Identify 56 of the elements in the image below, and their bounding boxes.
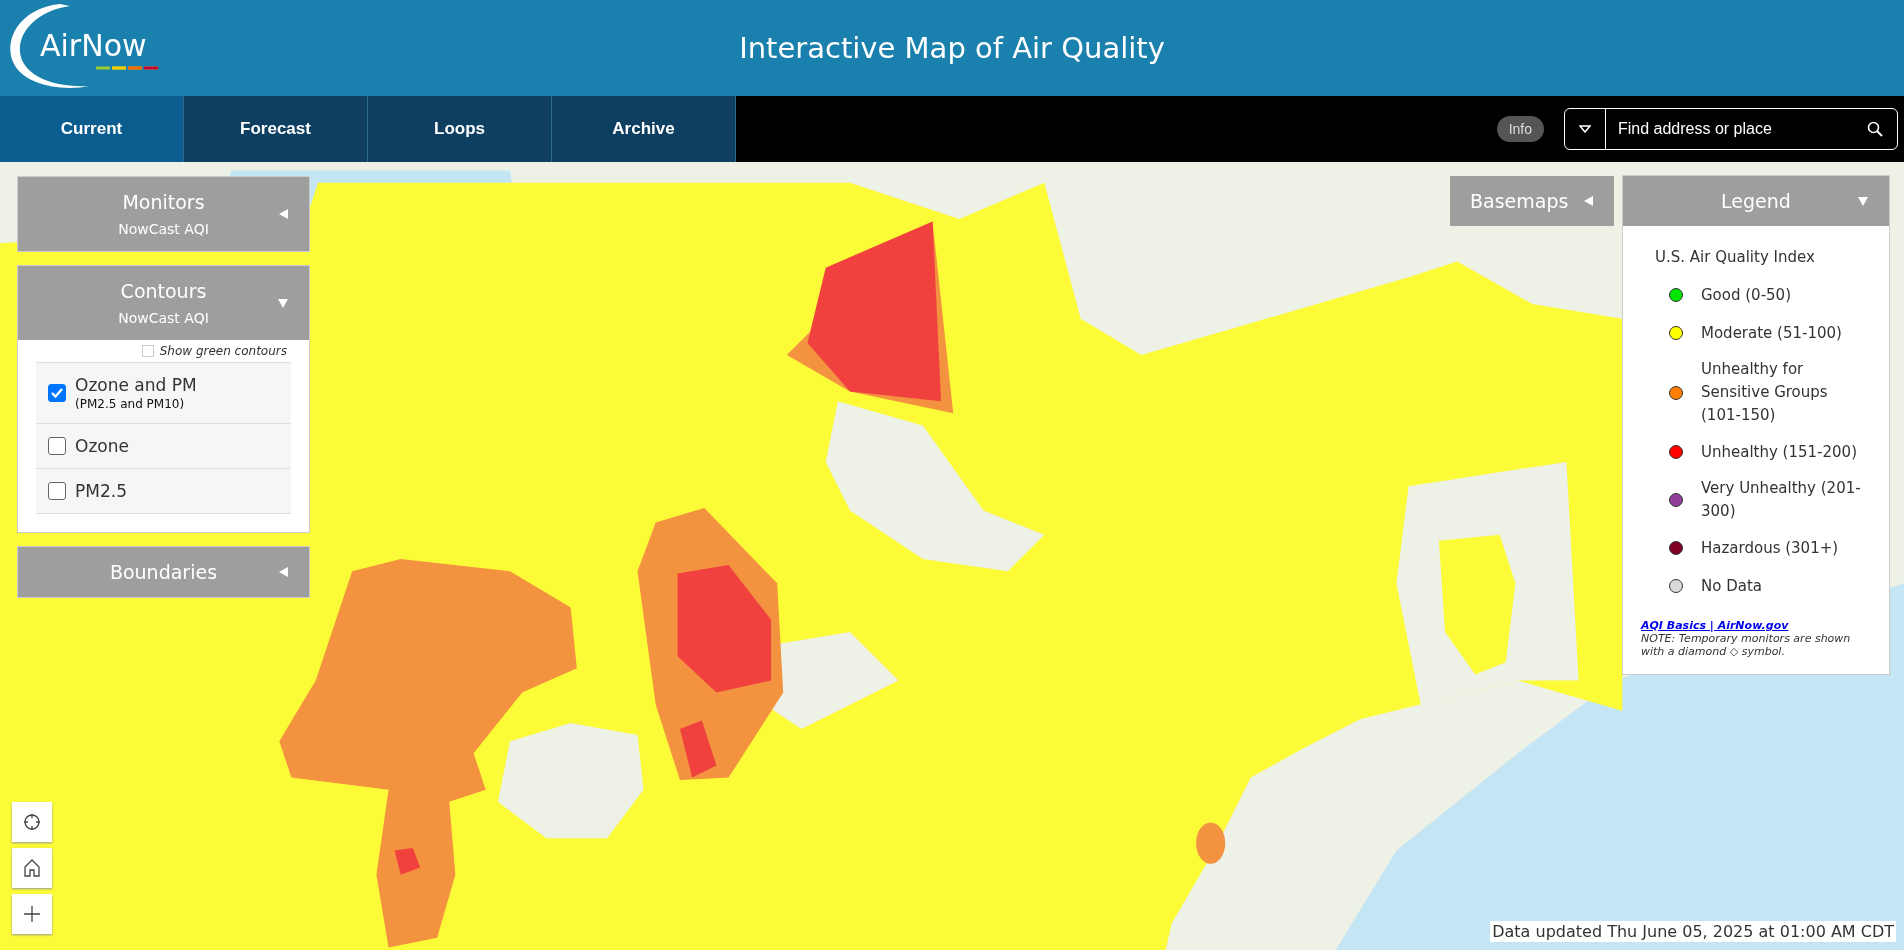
- layer-option[interactable]: PM2.5: [36, 468, 291, 514]
- layer-sublabel: (PM2.5 and PM10): [75, 397, 186, 411]
- panel-title: Boundaries: [108, 561, 219, 583]
- legend-label: Unhealthy for Sensitive Groups (101-150): [1701, 359, 1829, 426]
- layer-label: Ozone: [75, 436, 129, 456]
- caret-left-icon: [277, 566, 289, 578]
- caret-left-icon: [1582, 195, 1594, 207]
- option-label: Show green contours: [159, 344, 287, 358]
- unhealthy-contour: [680, 720, 717, 778]
- checkbox-option[interactable]: Show green contours: [36, 342, 291, 362]
- sensitive-contour: [1196, 822, 1226, 864]
- layer-option[interactable]: Ozone: [36, 423, 291, 468]
- panel-title: Legend: [1721, 190, 1791, 212]
- caret-down-icon: [277, 297, 289, 309]
- legend-label: No Data: [1701, 575, 1763, 597]
- panel-subtitle: NowCast AQI: [117, 221, 210, 237]
- locate-button[interactable]: [12, 802, 52, 842]
- checkbox[interactable]: [48, 437, 66, 455]
- checkbox[interactable]: [48, 482, 66, 500]
- home-button[interactable]: [12, 848, 52, 888]
- nav-tab[interactable]: Loops: [368, 96, 552, 162]
- logo-text[interactable]: AirNow: [40, 28, 147, 63]
- panel-title: Monitors: [121, 191, 206, 213]
- panel-title: Contours: [119, 280, 208, 302]
- legend-note: NOTE: Temporary monitors are shown with a diamond ◇ symbol.: [1641, 632, 1852, 658]
- nav-tab[interactable]: Current: [0, 96, 184, 162]
- legend-label: Good (0-50): [1701, 284, 1792, 306]
- legend-label: Hazardous (301+): [1701, 537, 1840, 559]
- plus-icon: [23, 905, 41, 923]
- aqi-basics-link[interactable]: AQI Basics | AirNow.gov: [1641, 619, 1789, 632]
- layer-label: Ozone and PM: [75, 375, 197, 395]
- search-bar[interactable]: Find address or place: [1564, 108, 1898, 150]
- search-field[interactable]: Find address or place: [1606, 119, 1853, 139]
- caret-down-icon: [1857, 195, 1869, 207]
- legend-label: Moderate (51-100): [1701, 322, 1843, 344]
- legend-label: Unhealthy (151-200): [1701, 441, 1858, 463]
- nav-tab[interactable]: Forecast: [184, 96, 368, 162]
- checkbox[interactable]: [48, 384, 66, 402]
- caret-left-icon: [277, 208, 289, 220]
- map-background[interactable]: [0, 162, 1904, 950]
- panel-subtitle: NowCast AQI: [117, 310, 210, 326]
- crosshair-icon: [23, 813, 41, 831]
- nav-tab[interactable]: Archive: [552, 96, 736, 162]
- unhealthy-contour: [394, 848, 421, 875]
- panel-title: Basemaps: [1470, 190, 1569, 212]
- page-title: Interactive Map of Air Quality: [739, 31, 1165, 65]
- legend-label: Very Unhealthy (201-300): [1701, 478, 1862, 522]
- layer-label: PM2.5: [75, 481, 127, 501]
- caret-icon: [1579, 125, 1591, 133]
- legend-heading: U.S. Air Quality Index: [1655, 248, 1816, 266]
- layer-option[interactable]: Ozone and PM (PM2.5 and PM10): [36, 362, 291, 423]
- info-button[interactable]: Info: [1496, 116, 1544, 142]
- home-icon: [23, 858, 41, 878]
- data-updated-text: Data updated Thu June 05, 2025 at 01:00 AM CDT: [1490, 921, 1896, 942]
- search-icon[interactable]: [1867, 121, 1883, 137]
- zoom-in-button[interactable]: [12, 894, 52, 934]
